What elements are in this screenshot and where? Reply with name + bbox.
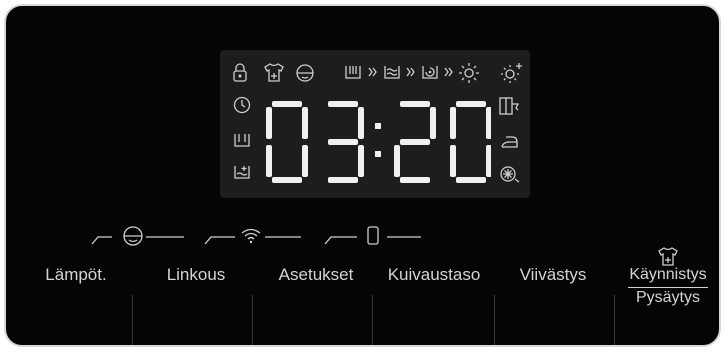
wardrobe-dry-icon — [499, 97, 520, 115]
temperature-label: Lämpöt. — [45, 265, 107, 284]
spin-button[interactable] — [132, 295, 253, 345]
colon-dot — [375, 123, 381, 129]
clock-icon — [233, 96, 251, 114]
settings-button[interactable] — [252, 295, 373, 345]
temperature-button[interactable] — [12, 295, 132, 345]
anti-crease-icon — [500, 166, 520, 183]
button-row — [12, 295, 719, 345]
phone-indicator — [324, 226, 421, 245]
dry-level-button[interactable] — [372, 295, 495, 345]
iron-dry-icon — [501, 136, 518, 148]
dry-sun-icon — [459, 63, 479, 83]
chevron-icon — [406, 67, 415, 77]
dry-level-label: Kuivaustaso — [387, 265, 481, 284]
prewash-tub-icon — [234, 166, 250, 179]
start-pause-button[interactable] — [614, 295, 719, 345]
start-label: Käynnistys — [629, 266, 707, 283]
wifi-indicator — [204, 228, 301, 245]
shirt-plus-icon — [658, 247, 678, 266]
rinse-icon — [384, 66, 400, 79]
delay-button[interactable] — [494, 295, 615, 345]
wash-icon — [345, 66, 361, 79]
dry-sun-plus-icon — [501, 63, 522, 83]
spin-label: Linkous — [166, 265, 226, 284]
lock-icon — [233, 63, 247, 82]
chevron-icon — [368, 67, 377, 77]
spin-icon — [422, 66, 438, 79]
child-lock-indicator — [91, 226, 184, 246]
chevron-icon — [444, 67, 453, 77]
settings-label: Asetukset — [278, 265, 354, 284]
child-face-icon — [296, 64, 314, 82]
delay-label: Viivästys — [519, 265, 587, 284]
time-digit-4 — [450, 101, 491, 183]
colon-dot — [375, 151, 381, 157]
time-digit-2 — [328, 101, 364, 183]
control-panel: Lämpöt. Linkous Asetukset Kuivaustaso Vi… — [4, 4, 721, 347]
wash-tub-icon — [234, 134, 250, 147]
time-digit-3 — [394, 101, 436, 183]
time-digit-1 — [266, 101, 308, 183]
time-display — [266, 101, 491, 183]
shirt-plus-icon — [264, 63, 284, 82]
